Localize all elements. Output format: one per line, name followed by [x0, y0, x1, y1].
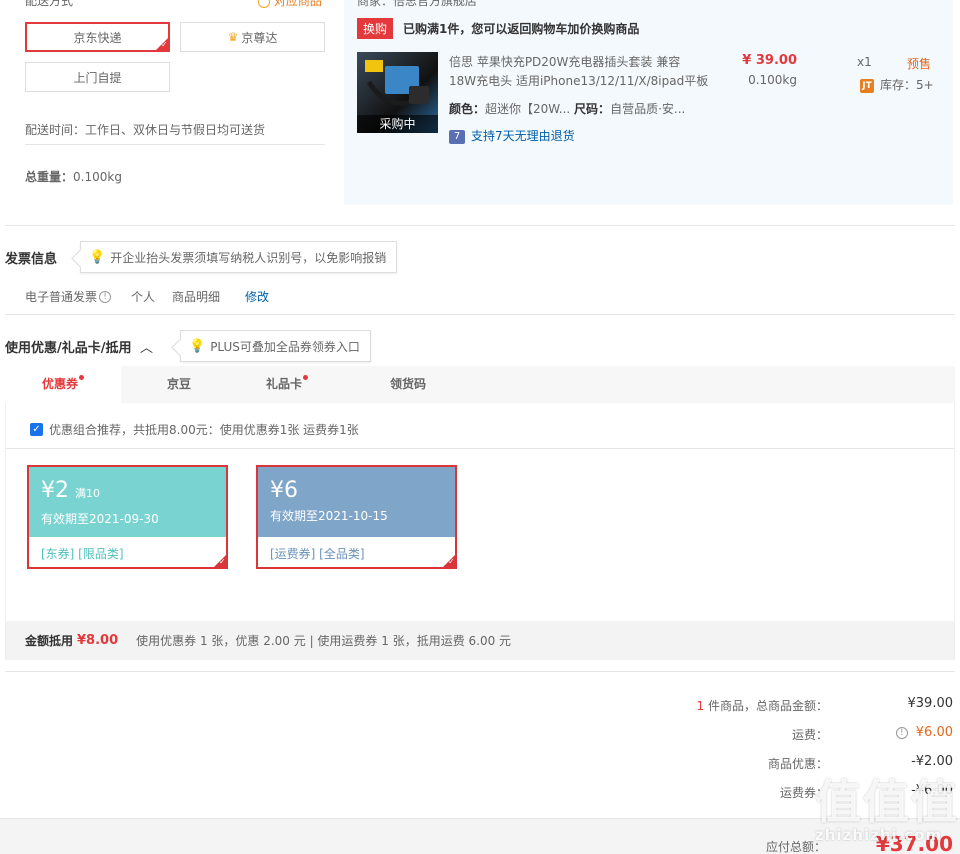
- lightbulb-icon: 💡: [89, 249, 106, 265]
- shipping-option-jd-zunda[interactable]: ♛ 京尊达: [180, 22, 325, 52]
- tab-coupons[interactable]: 优惠券: [5, 366, 121, 403]
- coupon-summary: 金额抵用 ¥8.00 使用优惠券 1 张，优惠 2.00 元 | 使用运费券 1…: [25, 633, 512, 648]
- tab-redeem-code[interactable]: 领货码: [350, 366, 466, 403]
- shipping-option-pickup[interactable]: 上门自提: [25, 62, 170, 92]
- product-thumbnail[interactable]: 采购中: [357, 52, 438, 133]
- info-icon[interactable]: !: [895, 726, 908, 739]
- promo-row: 换购 已购满1件，您可以返回购物车加价换购商品: [357, 18, 639, 39]
- tab-jd-beans[interactable]: 京豆: [121, 366, 237, 403]
- invoice-edit-link[interactable]: 修改: [245, 288, 269, 305]
- checkmark-corner-icon: [442, 554, 456, 568]
- freight-amount: ! ¥6.00: [860, 725, 953, 740]
- product-attrs: 颜色：超迷你【20W... 尺码：自营品质·安...: [449, 102, 686, 116]
- delivery-time: 配送时间：工作日、双休日与节假日均可送货: [25, 123, 266, 137]
- product-qty: x1: [857, 55, 872, 69]
- crown-icon: ♛: [227, 30, 239, 44]
- discount-label: 商品优惠：: [767, 757, 828, 771]
- jt-logistics-icon: JT: [860, 78, 874, 93]
- purchasing-label: 采购中: [357, 115, 438, 133]
- lightbulb-icon: 💡: [189, 338, 206, 354]
- notification-dot: [303, 375, 308, 380]
- recommend-row: ✓ 优惠组合推荐，共抵用8.00元：使用优惠券1张 运费券1张: [30, 421, 359, 438]
- info-circle-icon: [258, 0, 270, 8]
- seven-day-return-icon: 7: [449, 129, 465, 144]
- coupon-card-top: ¥2 满10 有效期至2021-09-30: [29, 467, 226, 537]
- watermark-domain: zhizhizhi.com: [815, 826, 943, 844]
- product-title[interactable]: 倍思 苹果快充PD20W充电器插头套装 兼容 18W充电头 适用iPhone13…: [449, 53, 709, 91]
- seller-partial: 商家：倍思官方旗舰店: [357, 0, 478, 8]
- shipping-top-partial-link[interactable]: 对应商品: [258, 0, 322, 9]
- goods-amount: ¥39.00: [907, 696, 954, 711]
- coupon-card[interactable]: ¥2 满10 有效期至2021-09-30 [东券] [限品类]: [27, 465, 228, 569]
- coupon-section-title[interactable]: 使用优惠/礼品卡/抵用 ︿: [5, 337, 153, 356]
- promo-badge[interactable]: 换购: [357, 18, 394, 39]
- freight-label: 运费：: [791, 728, 828, 742]
- stock-row: JT 库存：5+: [860, 76, 934, 93]
- total-weight: 总重量：0.100kg: [25, 170, 122, 184]
- invoice-details: 电子普通发票 ! 个人 商品明细 修改: [25, 288, 270, 305]
- promo-text: 已购满1件，您可以返回购物车加价换购商品: [403, 22, 640, 36]
- freight-coupon-label: 运费券：: [779, 786, 828, 800]
- charger-image-icon: [365, 60, 429, 106]
- presale-status: 预售: [907, 57, 932, 71]
- goods-count-label: 1 件商品，总商品金额：: [696, 699, 828, 713]
- recommend-checkbox[interactable]: ✓: [30, 423, 43, 436]
- divider: [5, 671, 955, 672]
- chevron-up-icon: ︿: [140, 341, 154, 356]
- invoice-tip: 💡 开企业抬头发票须填写纳税人识别号，以免影响报销: [80, 241, 398, 273]
- return-policy[interactable]: 7 支持7天无理由退货: [449, 127, 575, 144]
- shipping-top-partial: 配送方式: [25, 0, 74, 8]
- info-icon[interactable]: !: [99, 290, 112, 303]
- checkmark-corner-icon: [155, 37, 169, 51]
- product-price: ¥ 39.00: [742, 53, 797, 68]
- notification-dot: [79, 375, 84, 380]
- divider: [25, 144, 325, 145]
- product-weight: 0.100kg: [748, 73, 797, 87]
- watermark-logo: 值值值: [815, 775, 959, 829]
- divider: [6, 448, 954, 449]
- plus-coupon-tip[interactable]: 💡 PLUS可叠加全品券领券入口: [180, 330, 371, 362]
- divider: [5, 225, 955, 226]
- coupon-card[interactable]: ¥6 有效期至2021-10-15 [运费券] [全品类]: [256, 465, 457, 569]
- invoice-title: 发票信息: [5, 252, 58, 267]
- shipping-option-jd-express[interactable]: 京东快递: [25, 22, 170, 52]
- coupon-card-top: ¥6 有效期至2021-10-15: [258, 467, 455, 537]
- payable-label: 应付总额：: [765, 840, 826, 854]
- divider: [5, 314, 955, 315]
- checkmark-corner-icon: [213, 554, 227, 568]
- tab-gift-card[interactable]: 礼品卡: [237, 366, 337, 403]
